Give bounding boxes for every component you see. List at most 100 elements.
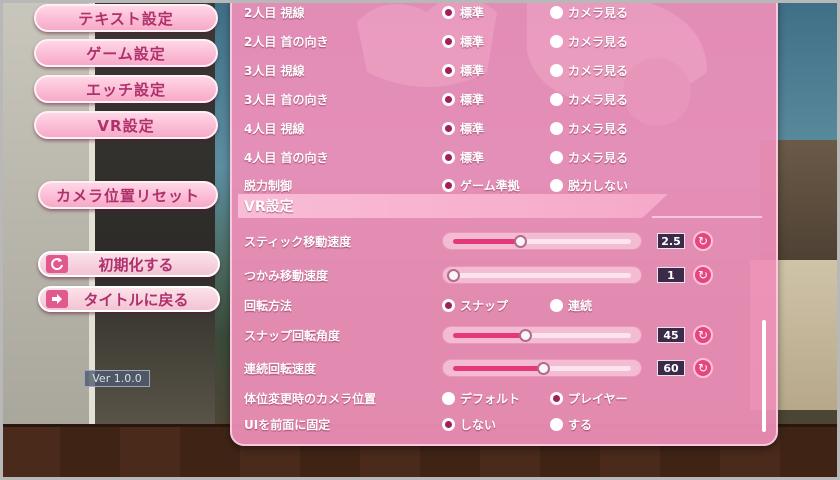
setting-label: 回転方法 bbox=[244, 298, 293, 313]
radio-label: カメラ見る bbox=[568, 150, 629, 165]
radio-look-camera[interactable]: カメラ見る bbox=[550, 4, 628, 21]
reset-icon[interactable]: ↻ bbox=[693, 265, 713, 285]
setting-label: つかみ移動速度 bbox=[244, 268, 329, 283]
radio-snap[interactable]: スナップ bbox=[442, 297, 508, 314]
setting-label: 2人目 視線 bbox=[244, 5, 305, 20]
settings-panel: 2人目 視線 標準 カメラ見る 2人目 首の向き 標準 カメラ見る 3人目 視線… bbox=[230, 0, 778, 446]
setting-label: 2人目 首の向き bbox=[244, 34, 329, 49]
setting-label: 連続回転速度 bbox=[244, 361, 317, 376]
radio-label: スナップ bbox=[460, 298, 509, 313]
radio-label: する bbox=[568, 417, 593, 432]
radio-game-default[interactable]: ゲーム準拠 bbox=[442, 177, 520, 194]
setting-row-3rd-gaze: 3人目 視線 標準 カメラ見る bbox=[244, 57, 754, 83]
initialize-button[interactable]: 初期化する bbox=[38, 251, 220, 277]
radio-default[interactable]: デフォルト bbox=[442, 390, 520, 407]
radio-label: プレイヤー bbox=[568, 391, 628, 406]
radio-dot-icon bbox=[550, 121, 563, 135]
radio-label: カメラ見る bbox=[568, 92, 629, 107]
radio-dot-icon bbox=[550, 92, 563, 106]
stick-speed-value: 2.5 bbox=[657, 233, 685, 249]
setting-row-camera-position: 体位変更時のカメラ位置 デフォルト プレイヤー bbox=[244, 385, 754, 411]
radio-dot-icon bbox=[442, 150, 455, 164]
setting-label: 3人目 首の向き bbox=[244, 92, 329, 107]
reset-icon[interactable]: ↻ bbox=[693, 358, 713, 378]
radio-label: カメラ見る bbox=[568, 63, 629, 78]
radio-dot-icon bbox=[442, 63, 455, 77]
radio-standard[interactable]: 標準 bbox=[442, 62, 484, 79]
setting-row-4th-head: 4人目 首の向き 標準 カメラ見る bbox=[244, 144, 754, 170]
radio-label: 連続 bbox=[568, 298, 593, 313]
radio-label: 標準 bbox=[460, 121, 485, 136]
radio-dot-icon bbox=[442, 178, 455, 192]
radio-dot-icon bbox=[550, 150, 563, 164]
radio-off[interactable]: しない bbox=[442, 416, 496, 433]
radio-on[interactable]: する bbox=[550, 416, 592, 433]
radio-look-camera[interactable]: カメラ見る bbox=[550, 120, 628, 137]
radio-label: 標準 bbox=[460, 150, 485, 165]
menu-button-text-settings[interactable]: テキスト設定 bbox=[34, 4, 218, 32]
setting-row-ui-fixed: UIを前面に固定 しない する bbox=[244, 411, 754, 437]
setting-row-2nd-gaze: 2人目 視線 標準 カメラ見る bbox=[244, 0, 754, 25]
radio-dot-icon bbox=[550, 63, 563, 77]
radio-dot-icon bbox=[442, 121, 455, 135]
radio-dot-icon bbox=[550, 417, 563, 431]
radio-standard[interactable]: 標準 bbox=[442, 149, 484, 166]
panel-scrollbar[interactable] bbox=[762, 320, 766, 432]
radio-dot-icon bbox=[442, 391, 455, 405]
setting-label: 3人目 視線 bbox=[244, 63, 305, 78]
slider-fill bbox=[453, 333, 525, 338]
setting-row-2nd-head: 2人目 首の向き 標準 カメラ見る bbox=[244, 28, 754, 54]
setting-label: スティック移動速度 bbox=[244, 234, 352, 249]
reset-icon[interactable]: ↻ bbox=[693, 325, 713, 345]
radio-dot-icon bbox=[442, 417, 455, 431]
radio-standard[interactable]: 標準 bbox=[442, 33, 484, 50]
radio-label: 標準 bbox=[460, 63, 485, 78]
back-to-title-label: タイトルに戻る bbox=[83, 290, 189, 309]
setting-label: 脱力制御 bbox=[244, 178, 293, 193]
menu-button-h-settings[interactable]: エッチ設定 bbox=[34, 75, 218, 103]
setting-label: UIを前面に固定 bbox=[244, 417, 331, 432]
snap-angle-value: 45 bbox=[657, 327, 685, 343]
camera-reset-button[interactable]: カメラ位置リセット bbox=[38, 181, 218, 209]
radio-label: 標準 bbox=[460, 92, 485, 107]
snap-angle-slider[interactable] bbox=[442, 326, 642, 344]
radio-dot-icon bbox=[550, 391, 563, 405]
radio-dot-icon bbox=[442, 92, 455, 106]
slider-fill bbox=[453, 366, 543, 371]
radio-standard[interactable]: 標準 bbox=[442, 4, 484, 21]
grab-speed-value: 1 bbox=[657, 267, 685, 283]
radio-dot-icon bbox=[442, 5, 455, 19]
radio-dot-icon bbox=[550, 5, 563, 19]
radio-no-relax[interactable]: 脱力しない bbox=[550, 177, 628, 194]
radio-label: カメラ見る bbox=[568, 5, 629, 20]
reset-icon[interactable]: ↻ bbox=[693, 231, 713, 251]
radio-label: カメラ見る bbox=[568, 34, 629, 49]
radio-look-camera[interactable]: カメラ見る bbox=[550, 149, 628, 166]
radio-standard[interactable]: 標準 bbox=[442, 91, 484, 108]
radio-look-camera[interactable]: カメラ見る bbox=[550, 62, 628, 79]
radio-continuous[interactable]: 連続 bbox=[550, 297, 592, 314]
slider-track-bg bbox=[453, 273, 631, 278]
exit-arrow-icon bbox=[46, 290, 68, 308]
stick-speed-slider[interactable] bbox=[442, 232, 642, 250]
radio-dot-icon bbox=[442, 298, 455, 312]
menu-button-vr-settings[interactable]: VR設定 bbox=[34, 111, 218, 139]
section-header-vr: VR設定 bbox=[238, 194, 668, 218]
continuous-speed-slider[interactable] bbox=[442, 359, 642, 377]
version-label: Ver 1.0.0 bbox=[84, 370, 150, 387]
radio-dot-icon bbox=[550, 178, 563, 192]
radio-look-camera[interactable]: カメラ見る bbox=[550, 33, 628, 50]
initialize-label: 初期化する bbox=[98, 255, 174, 274]
radio-dot-icon bbox=[550, 298, 563, 312]
grab-speed-slider[interactable] bbox=[442, 266, 642, 284]
menu-button-game-settings[interactable]: ゲーム設定 bbox=[34, 39, 218, 67]
radio-standard[interactable]: 標準 bbox=[442, 120, 484, 137]
slider-thumb[interactable] bbox=[537, 362, 550, 375]
radio-look-camera[interactable]: カメラ見る bbox=[550, 91, 628, 108]
slider-thumb[interactable] bbox=[447, 269, 460, 282]
radio-player[interactable]: プレイヤー bbox=[550, 390, 628, 407]
slider-thumb[interactable] bbox=[513, 235, 527, 248]
slider-thumb[interactable] bbox=[519, 329, 532, 342]
back-to-title-button[interactable]: タイトルに戻る bbox=[38, 286, 220, 312]
setting-label: 体位変更時のカメラ位置 bbox=[244, 391, 377, 406]
